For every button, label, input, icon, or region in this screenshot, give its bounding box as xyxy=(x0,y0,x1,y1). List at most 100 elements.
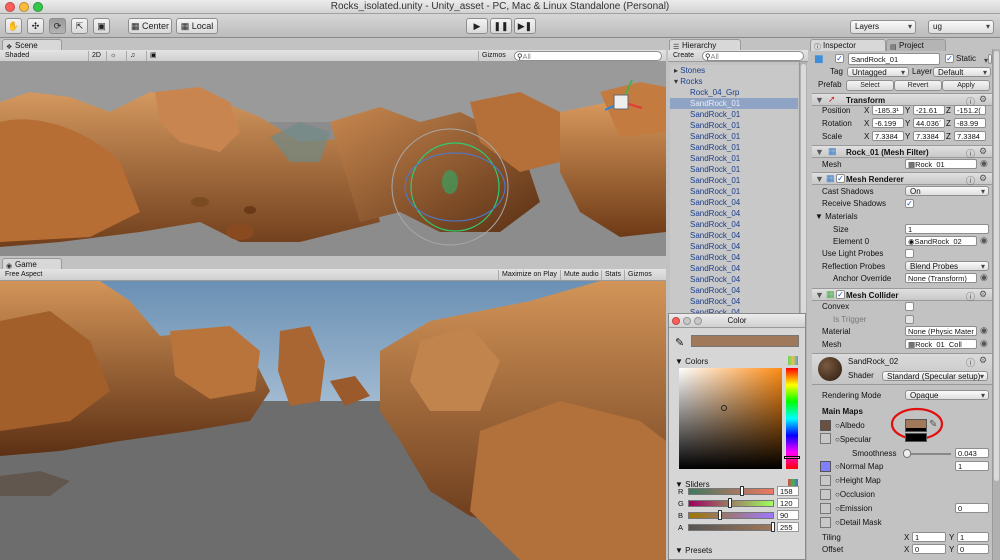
color-channel-slider-handle[interactable] xyxy=(771,522,775,532)
color-channel-value-field[interactable]: 120 xyxy=(777,498,799,508)
hierarchy-item[interactable]: SandRock_04 xyxy=(670,208,798,219)
shading-dropdown[interactable]: Shaded xyxy=(2,51,62,61)
game-gizmos-dropdown[interactable]: Gizmos xyxy=(624,270,655,280)
stats-toggle[interactable]: Stats xyxy=(601,270,624,280)
reflection-probes-dropdown[interactable]: Blend Probes xyxy=(905,261,989,271)
collider-material-field[interactable]: None (Physic Mater xyxy=(905,326,977,336)
occlusion-texture-slot[interactable] xyxy=(820,489,831,500)
scene-search-input[interactable]: ⚲All xyxy=(514,51,662,61)
zoom-window-button[interactable] xyxy=(33,2,43,12)
tiling-x-field[interactable]: 1 xyxy=(912,532,946,542)
gameobject-name-field[interactable]: SandRock_01 xyxy=(848,53,940,65)
anchor-override-field[interactable]: None (Transform) xyxy=(905,273,977,283)
hierarchy-item[interactable]: SandRock_04 xyxy=(670,252,798,263)
color-saturation-value-field[interactable] xyxy=(679,368,782,469)
smoothness-slider-handle[interactable] xyxy=(903,449,911,458)
gear-icon[interactable]: ⚙ xyxy=(979,146,987,157)
rendering-mode-dropdown[interactable]: Opaque xyxy=(905,390,989,400)
scale-tool-button[interactable]: ⇱ xyxy=(71,18,88,34)
detail-mask-texture-slot[interactable] xyxy=(820,517,831,528)
scene-lighting-button[interactable]: ☼ xyxy=(106,51,119,61)
gear-icon[interactable]: ⚙ xyxy=(979,94,987,105)
normal-map-texture-slot[interactable] xyxy=(820,461,831,472)
color-channel-value-field[interactable]: 90 xyxy=(777,510,799,520)
hierarchy-item[interactable]: SandRock_01 xyxy=(670,164,798,175)
gear-icon[interactable]: ⚙ xyxy=(979,173,987,184)
shader-dropdown[interactable]: Standard (Specular setup) xyxy=(882,371,988,381)
cast-shadows-dropdown[interactable]: On xyxy=(905,186,989,196)
normal-map-scale-field[interactable]: 1 xyxy=(955,461,989,471)
element0-field[interactable]: ◉SandRock_02 xyxy=(905,236,977,246)
materials-foldout[interactable]: ▼ Materials xyxy=(815,211,858,222)
smoothness-slider[interactable] xyxy=(903,449,951,458)
scene-effects-button[interactable]: ▣ xyxy=(146,51,160,61)
offset-x-field[interactable]: 0 xyxy=(912,544,946,554)
mesh-filter-header[interactable]: ▼ ▦ Rock_01 (Mesh Filter) ⓘ ⚙ xyxy=(812,145,992,159)
scene-audio-button[interactable]: ♫ xyxy=(126,51,138,61)
hierarchy-item[interactable]: SandRock_04 xyxy=(670,296,798,307)
inspector-scrollbar[interactable] xyxy=(992,49,1000,560)
hierarchy-item[interactable]: SandRock_01 xyxy=(670,186,798,197)
help-icon[interactable]: ⓘ xyxy=(966,356,975,369)
smoothness-field[interactable]: 0.043 xyxy=(955,448,989,458)
specular-texture-slot[interactable] xyxy=(820,433,831,444)
object-picker-icon[interactable]: ◉ xyxy=(980,235,988,246)
use-light-probes-checkbox[interactable] xyxy=(905,249,914,258)
color-field-cursor[interactable] xyxy=(721,405,727,411)
color-channel-slider[interactable] xyxy=(688,486,774,496)
hierarchy-item[interactable]: SandRock_01 xyxy=(670,175,798,186)
hierarchy-search-input[interactable]: ⚲All xyxy=(702,51,804,61)
color-picker-zoom-button[interactable] xyxy=(694,317,702,325)
height-map-texture-slot[interactable] xyxy=(820,475,831,486)
transform-rotation-z-field[interactable]: -83.99 xyxy=(954,118,986,128)
is-trigger-checkbox[interactable] xyxy=(905,315,914,324)
rect-tool-button[interactable]: ▣ xyxy=(93,18,110,34)
receive-shadows-checkbox[interactable]: ✓ xyxy=(905,199,914,208)
scene-viewport[interactable] xyxy=(0,62,666,256)
transform-position-z-field[interactable]: -151.2( xyxy=(954,105,986,115)
tiling-y-field[interactable]: 1 xyxy=(957,532,989,542)
transform-rotation-x-field[interactable]: -6.199 xyxy=(872,118,904,128)
gear-icon[interactable]: ⚙ xyxy=(979,355,987,366)
collider-mesh-field[interactable]: ▦Rock_01_Coll xyxy=(905,339,977,349)
static-checkbox[interactable]: ✓ xyxy=(945,54,954,63)
hierarchy-item[interactable]: SandRock_01 xyxy=(670,153,798,164)
emission-field[interactable]: 0 xyxy=(955,503,989,513)
inspector-scrollbar-thumb[interactable] xyxy=(994,51,999,481)
object-picker-icon[interactable]: ◉ xyxy=(980,338,988,349)
gear-icon[interactable]: ⚙ xyxy=(979,289,987,300)
hierarchy-item[interactable]: SandRock_01 xyxy=(670,109,798,120)
hierarchy-item[interactable]: SandRock_04 xyxy=(670,197,798,208)
colors-section[interactable]: ▼ Colors xyxy=(675,357,708,366)
scene-gizmos-dropdown[interactable]: Gizmos xyxy=(478,51,509,61)
hue-slider-handle[interactable] xyxy=(784,456,800,459)
transform-rotation-y-field[interactable]: 44.036´ xyxy=(913,118,945,128)
offset-y-field[interactable]: 0 xyxy=(957,544,989,554)
mesh-collider-enabled-checkbox[interactable]: ✓ xyxy=(836,290,845,299)
object-picker-icon[interactable]: ◉ xyxy=(980,325,988,336)
prefab-revert-button[interactable]: Revert xyxy=(894,80,942,91)
color-channel-slider[interactable] xyxy=(688,498,774,508)
aspect-dropdown[interactable]: Free Aspect xyxy=(2,270,45,280)
convex-checkbox[interactable] xyxy=(905,302,914,311)
hierarchy-item[interactable]: Rock_04_Grp xyxy=(670,87,798,98)
colors-mode-icon[interactable] xyxy=(788,356,798,365)
mesh-filter-mesh-field[interactable]: ▦Rock_01 xyxy=(905,159,977,169)
transform-position-x-field[interactable]: -185.3¹ xyxy=(872,105,904,115)
minimize-window-button[interactable] xyxy=(19,2,29,12)
layout-dropdown[interactable]: ug xyxy=(928,20,994,34)
object-picker-icon[interactable]: ◉ xyxy=(980,272,988,283)
presets-section[interactable]: ▼ Presets xyxy=(675,546,712,555)
color-channel-slider[interactable] xyxy=(688,510,774,520)
tag-dropdown[interactable]: Untagged xyxy=(847,67,909,77)
color-channel-slider[interactable] xyxy=(688,522,775,532)
hierarchy-item[interactable]: SandRock_01 xyxy=(670,131,798,142)
play-button[interactable]: ▶ xyxy=(466,18,488,34)
color-channel-value-field[interactable]: 255 xyxy=(777,522,799,532)
pause-button[interactable]: ❚❚ xyxy=(490,18,512,34)
color-picker-close-button[interactable] xyxy=(672,317,680,325)
close-window-button[interactable] xyxy=(5,2,15,12)
step-button[interactable]: ▶❚ xyxy=(514,18,536,34)
maximize-on-play-toggle[interactable]: Maximize on Play xyxy=(498,270,560,280)
specular-color-field[interactable] xyxy=(905,433,927,442)
